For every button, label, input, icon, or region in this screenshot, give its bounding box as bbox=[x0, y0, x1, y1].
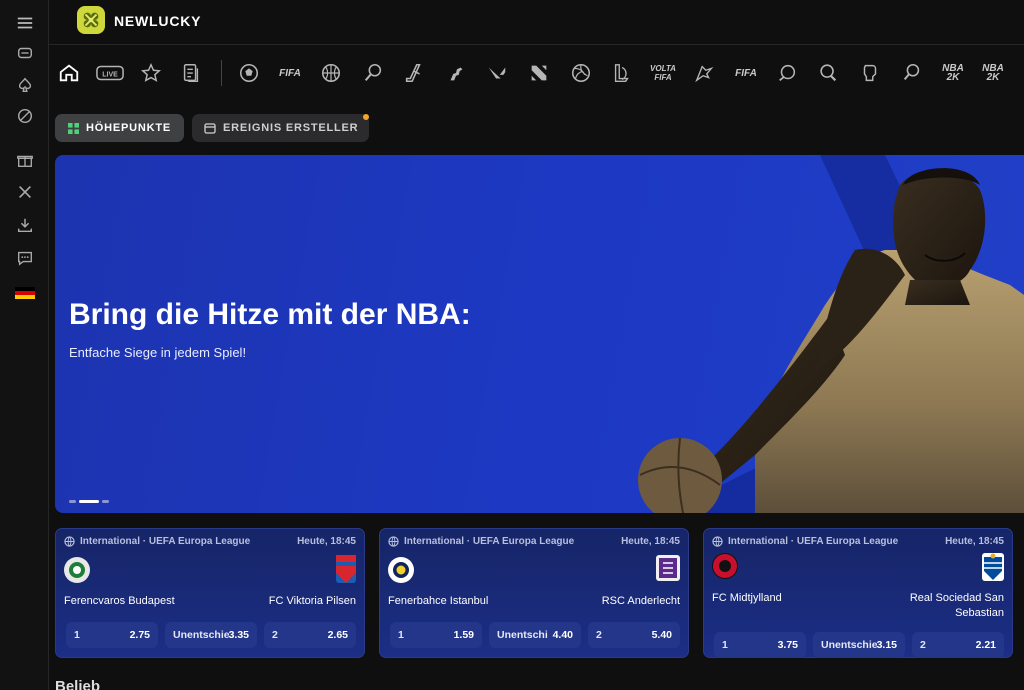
banner-pager bbox=[69, 500, 109, 503]
team-crest-away bbox=[656, 555, 680, 581]
team-home: Fenerbahce Istanbul bbox=[388, 595, 489, 607]
team-crest-away bbox=[336, 555, 356, 583]
odds-away-button[interactable]: 2 2.21 bbox=[912, 632, 1004, 658]
team-away: RSC Anderlecht bbox=[601, 595, 680, 607]
pager-dot[interactable] bbox=[69, 500, 76, 503]
tab-event-creator-label: EREIGNIS ERSTELLER bbox=[223, 122, 359, 134]
hockey-icon[interactable] bbox=[400, 60, 428, 86]
team-crest-home bbox=[64, 557, 90, 583]
odds-draw-button[interactable]: Unentschie 3.15 bbox=[813, 632, 905, 658]
section-title: Belieb bbox=[55, 678, 101, 690]
table-tennis-icon[interactable] bbox=[814, 60, 842, 86]
tennis-icon[interactable] bbox=[359, 60, 387, 86]
odds-home-button[interactable]: 1 3.75 bbox=[714, 632, 806, 658]
dota-icon[interactable] bbox=[525, 60, 553, 86]
tennis-24-icon[interactable] bbox=[898, 60, 926, 86]
tab-highlights[interactable]: HÖHEPUNKTE bbox=[55, 114, 184, 142]
crossed-swords-icon[interactable] bbox=[12, 181, 38, 203]
download-icon[interactable] bbox=[12, 214, 38, 236]
match-league: International · UEFA Europa League bbox=[404, 536, 575, 547]
team-home: Ferencvaros Budapest bbox=[64, 595, 175, 607]
team-away: FC Viktoria Pilsen bbox=[268, 595, 356, 607]
globe-icon bbox=[388, 536, 399, 547]
globe-icon bbox=[64, 536, 75, 547]
boxing-icon[interactable] bbox=[856, 60, 884, 86]
banner-graphic bbox=[638, 155, 1024, 513]
menu-icon[interactable] bbox=[12, 12, 38, 34]
casino-icon[interactable] bbox=[12, 42, 38, 64]
tab-event-creator[interactable]: EREIGNIS ERSTELLER bbox=[192, 114, 369, 142]
clover-icon[interactable] bbox=[77, 6, 105, 34]
gift-icon[interactable] bbox=[12, 149, 38, 171]
sidebar bbox=[0, 0, 49, 690]
pager-dot-active[interactable] bbox=[79, 500, 99, 503]
efootball-icon[interactable] bbox=[773, 60, 801, 86]
brand-name[interactable]: NEWLUCKY bbox=[114, 13, 201, 29]
soccer-icon[interactable] bbox=[235, 60, 263, 86]
match-league: International · UEFA Europa League bbox=[80, 536, 251, 547]
nba2k-extra-icon[interactable]: NBA 2K bbox=[978, 60, 1008, 86]
svg-text:LIVE: LIVE bbox=[102, 71, 118, 78]
betslip-icon[interactable] bbox=[177, 60, 205, 86]
match-card[interactable]: International · UEFA Europa League Heute… bbox=[55, 528, 365, 658]
language-flag-de[interactable] bbox=[12, 282, 38, 304]
match-time: Heute, 18:45 bbox=[297, 536, 356, 547]
team-crest-home bbox=[712, 553, 738, 579]
pager-dot[interactable] bbox=[102, 500, 109, 503]
team-crest-home bbox=[388, 557, 414, 583]
star-icon[interactable] bbox=[137, 60, 165, 86]
match-card[interactable]: International · UEFA Europa League Heute… bbox=[703, 528, 1013, 658]
volleyball-icon[interactable] bbox=[567, 60, 595, 86]
odds-draw-button[interactable]: Unentschi 4.40 bbox=[489, 622, 581, 648]
nav-separator bbox=[221, 60, 222, 86]
league-of-legends-icon[interactable] bbox=[608, 60, 636, 86]
valorant-icon[interactable] bbox=[483, 60, 511, 86]
calendar-icon bbox=[204, 122, 216, 134]
sports-nav: LIVE FIFA VOLTA FIFA FIFA NBA 2K NBA 2K bbox=[49, 52, 1024, 94]
poker-spade-icon[interactable] bbox=[12, 74, 38, 96]
notification-dot bbox=[363, 114, 369, 120]
basketball-icon[interactable] bbox=[317, 60, 345, 86]
odds-away-button[interactable]: 2 2.65 bbox=[264, 622, 356, 648]
banner-subtitle: Entfache Siege in jedem Spiel! bbox=[69, 345, 247, 360]
chat-icon[interactable] bbox=[12, 247, 38, 269]
match-league: International · UEFA Europa League bbox=[728, 536, 899, 547]
odds-home-button[interactable]: 1 2.75 bbox=[66, 622, 158, 648]
tab-highlights-label: HÖHEPUNKTE bbox=[86, 122, 172, 134]
penalty-fifa-icon[interactable]: FIFA bbox=[730, 60, 762, 86]
fifa24-icon[interactable]: FIFA bbox=[276, 60, 304, 86]
team-away: Real Sociedad San Sebastian bbox=[909, 592, 1004, 619]
match-card[interactable]: International · UEFA Europa League Heute… bbox=[379, 528, 689, 658]
nba2k-icon[interactable]: NBA 2K bbox=[938, 60, 968, 86]
team-home: FC Midtjylland bbox=[712, 592, 782, 604]
odds-draw-button[interactable]: Unentschie 3.35 bbox=[165, 622, 257, 648]
live-icon[interactable]: LIVE bbox=[95, 60, 125, 86]
team-crest-away bbox=[982, 553, 1004, 581]
odds-home-button[interactable]: 1 1.59 bbox=[390, 622, 482, 648]
globe-icon bbox=[712, 536, 723, 547]
home-icon[interactable] bbox=[55, 60, 83, 86]
volta-fifa-icon[interactable]: VOLTA FIFA bbox=[647, 60, 679, 86]
sports-ball-icon[interactable] bbox=[12, 105, 38, 127]
rocket-league-icon[interactable] bbox=[690, 60, 718, 86]
odds-away-button[interactable]: 2 5.40 bbox=[588, 622, 680, 648]
match-time: Heute, 18:45 bbox=[945, 536, 1004, 547]
counter-strike-icon[interactable] bbox=[442, 60, 470, 86]
match-time: Heute, 18:45 bbox=[621, 536, 680, 547]
promo-banner[interactable]: Bring die Hitze mit der NBA: Entfache Si… bbox=[55, 155, 1024, 513]
banner-title: Bring die Hitze mit der NBA: bbox=[69, 298, 471, 331]
top-bar: NEWLUCKY bbox=[49, 0, 1024, 45]
grid-icon bbox=[67, 122, 79, 134]
